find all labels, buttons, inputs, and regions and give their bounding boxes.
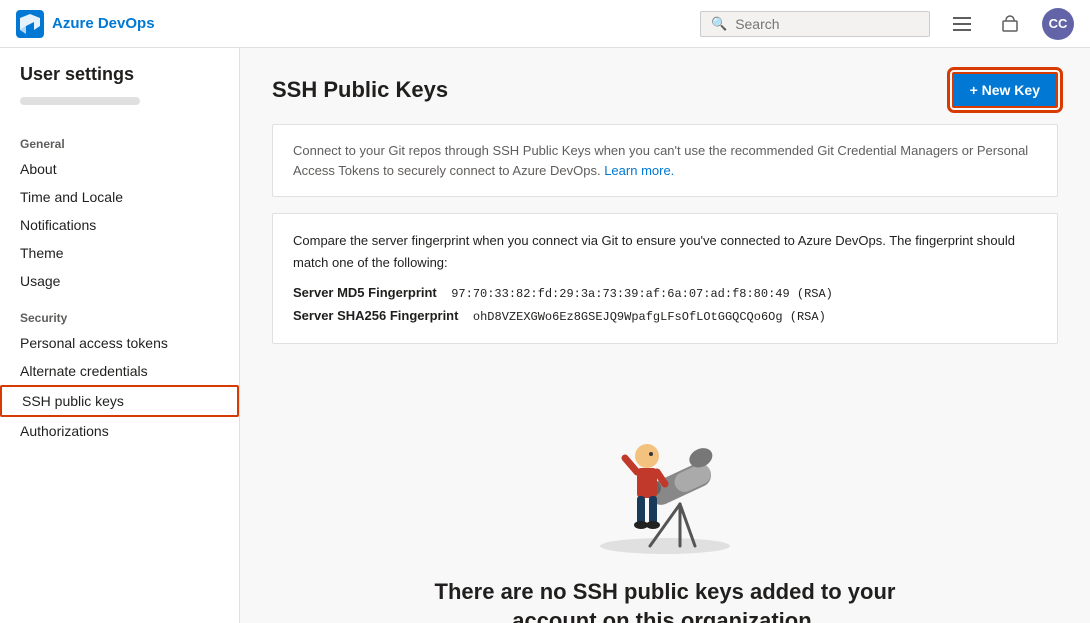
basket-icon[interactable] [994,8,1026,40]
brand-name: Azure DevOps [52,15,155,32]
sidebar-item-notifications[interactable]: Notifications [0,211,239,239]
sidebar-item-theme[interactable]: Theme [0,239,239,267]
azure-devops-logo-icon [16,10,44,38]
sidebar-section-security: Security [0,295,239,329]
learn-more-link[interactable]: Learn more. [604,163,674,178]
info-text: Connect to your Git repos through SSH Pu… [293,141,1037,180]
sidebar-item-usage[interactable]: Usage [0,267,239,295]
sha256-value: ohD8VZEXGWo6Ez8GSEJQ9WpafgLFsOfLOtGGQCQo… [473,310,826,324]
brand[interactable]: Azure DevOps [16,10,155,38]
sidebar-item-ssh-keys[interactable]: SSH public keys [0,385,239,417]
avatar-initials: CC [1049,16,1068,31]
empty-title: There are no SSH public keys added to yo… [405,578,925,623]
main-content: SSH Public Keys + New Key Connect to you… [240,48,1090,623]
topnav-icons: CC [946,8,1074,40]
sidebar-item-authorizations[interactable]: Authorizations [0,417,239,445]
sidebar-user-bar [20,97,140,105]
search-input[interactable] [735,16,919,32]
menu-icon[interactable] [946,8,978,40]
search-icon: 🔍 [711,16,727,32]
fingerprint-intro: Compare the server fingerprint when you … [293,230,1037,274]
info-box: Connect to your Git repos through SSH Pu… [272,124,1058,197]
layout: User settings General About Time and Loc… [0,48,1090,623]
md5-value: 97:70:33:82:fd:29:3a:73:39:af:6a:07:ad:f… [451,287,833,301]
sha256-label: Server SHA256 Fingerprint [293,308,458,323]
search-box[interactable]: 🔍 [700,11,930,37]
sidebar-item-about[interactable]: About [0,155,239,183]
fingerprint-box: Compare the server fingerprint when you … [272,213,1058,344]
page-title: SSH Public Keys [272,77,448,103]
avatar[interactable]: CC [1042,8,1074,40]
sidebar-section-general: General [0,121,239,155]
sidebar-title: User settings [0,64,239,97]
md5-label: Server MD5 Fingerprint [293,285,437,300]
sidebar-user-block [0,97,239,121]
new-key-button[interactable]: + New Key [952,72,1058,108]
telescope-illustration-icon [575,384,755,554]
sidebar: User settings General About Time and Loc… [0,48,240,623]
sidebar-item-pat[interactable]: Personal access tokens [0,329,239,357]
md5-fingerprint: Server MD5 Fingerprint 97:70:33:82:fd:29… [293,282,1037,304]
topnav: Azure DevOps 🔍 CC [0,0,1090,48]
empty-state: There are no SSH public keys added to yo… [272,364,1058,623]
page-header: SSH Public Keys + New Key [272,72,1058,108]
sha256-fingerprint: Server SHA256 Fingerprint ohD8VZEXGWo6Ez… [293,305,1037,327]
sidebar-item-alt-creds[interactable]: Alternate credentials [0,357,239,385]
sidebar-item-time-locale[interactable]: Time and Locale [0,183,239,211]
